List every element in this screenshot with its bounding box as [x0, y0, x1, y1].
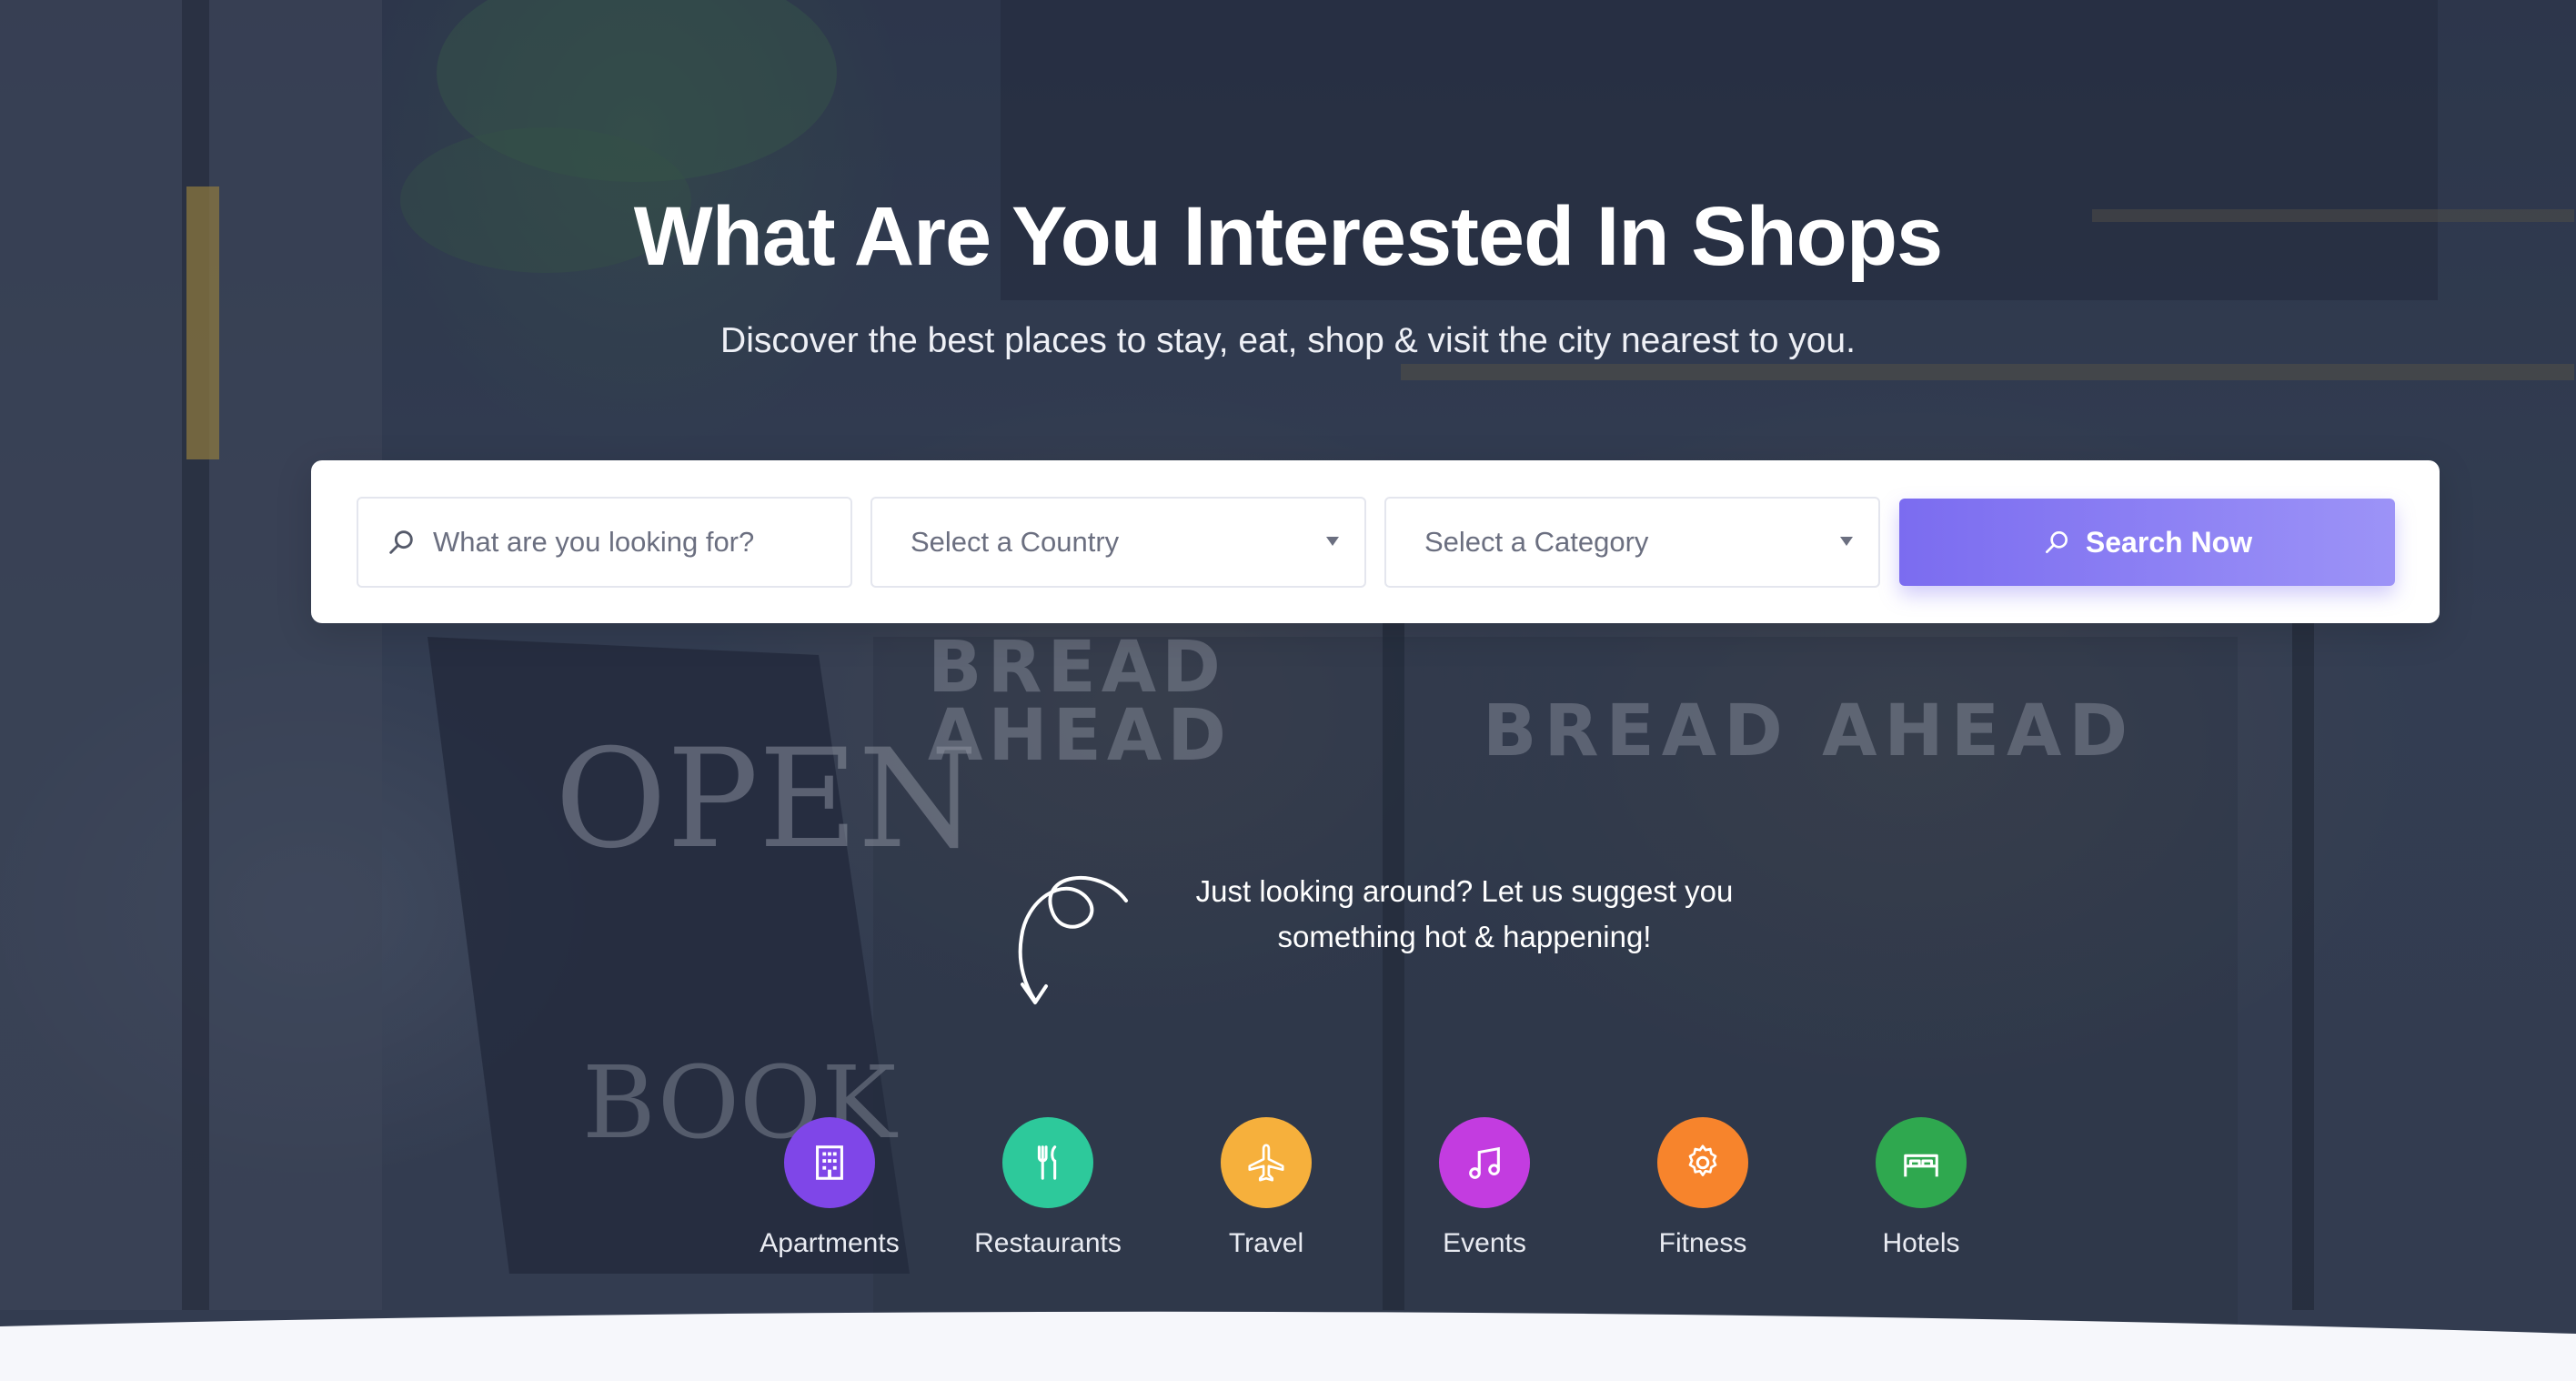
country-select[interactable]: Select a Country	[870, 497, 1366, 588]
category-label: Apartments	[760, 1228, 900, 1258]
chevron-down-icon	[1326, 537, 1339, 546]
category-restaurants[interactable]: Restaurants	[948, 1117, 1148, 1259]
bottom-wave-divider	[0, 1311, 2576, 1381]
search-icon	[2042, 528, 2071, 557]
category-apartments[interactable]: Apartments	[730, 1117, 930, 1259]
search-icon	[386, 527, 417, 558]
airplane-icon	[1221, 1117, 1312, 1208]
country-select-label: Select a Country	[911, 526, 1120, 558]
category-travel[interactable]: Travel	[1166, 1117, 1366, 1259]
curly-arrow-icon	[1018, 875, 1128, 1004]
bed-icon	[1876, 1117, 1967, 1208]
category-fitness[interactable]: Fitness	[1603, 1117, 1803, 1259]
suggestion-line-2: something hot & happening!	[1277, 920, 1652, 953]
search-now-label: Search Now	[2085, 525, 2253, 559]
category-select-label: Select a Category	[1424, 526, 1649, 558]
gear-icon	[1657, 1117, 1748, 1208]
suggestion-text: Just looking around? Let us suggest you …	[1146, 869, 1783, 960]
hero-section: BREAD AHEAD BREAD AHEAD OPEN BOOK What A…	[0, 0, 2576, 1381]
page-subtitle: Discover the best places to stay, eat, s…	[720, 321, 1856, 360]
search-now-button[interactable]: Search Now	[1899, 499, 2395, 586]
category-label: Travel	[1228, 1228, 1304, 1258]
search-input[interactable]: What are you looking for?	[357, 497, 852, 588]
category-label: Fitness	[1658, 1228, 1747, 1258]
category-label: Restaurants	[974, 1228, 1122, 1258]
page-title: What Are You Interested In Shops	[633, 190, 1943, 283]
category-label: Events	[1443, 1228, 1526, 1258]
chevron-down-icon	[1840, 537, 1853, 546]
category-events[interactable]: Events	[1384, 1117, 1585, 1259]
music-note-icon	[1439, 1117, 1530, 1208]
category-select[interactable]: Select a Category	[1384, 497, 1880, 588]
building-icon	[784, 1117, 875, 1208]
search-bar: What are you looking for? Select a Count…	[311, 460, 2440, 623]
category-label: Hotels	[1882, 1228, 1960, 1258]
suggestion-line-1: Just looking around? Let us suggest you	[1195, 874, 1734, 908]
category-hotels[interactable]: Hotels	[1821, 1117, 2021, 1259]
utensils-icon	[1002, 1117, 1093, 1208]
search-placeholder: What are you looking for?	[433, 526, 755, 558]
